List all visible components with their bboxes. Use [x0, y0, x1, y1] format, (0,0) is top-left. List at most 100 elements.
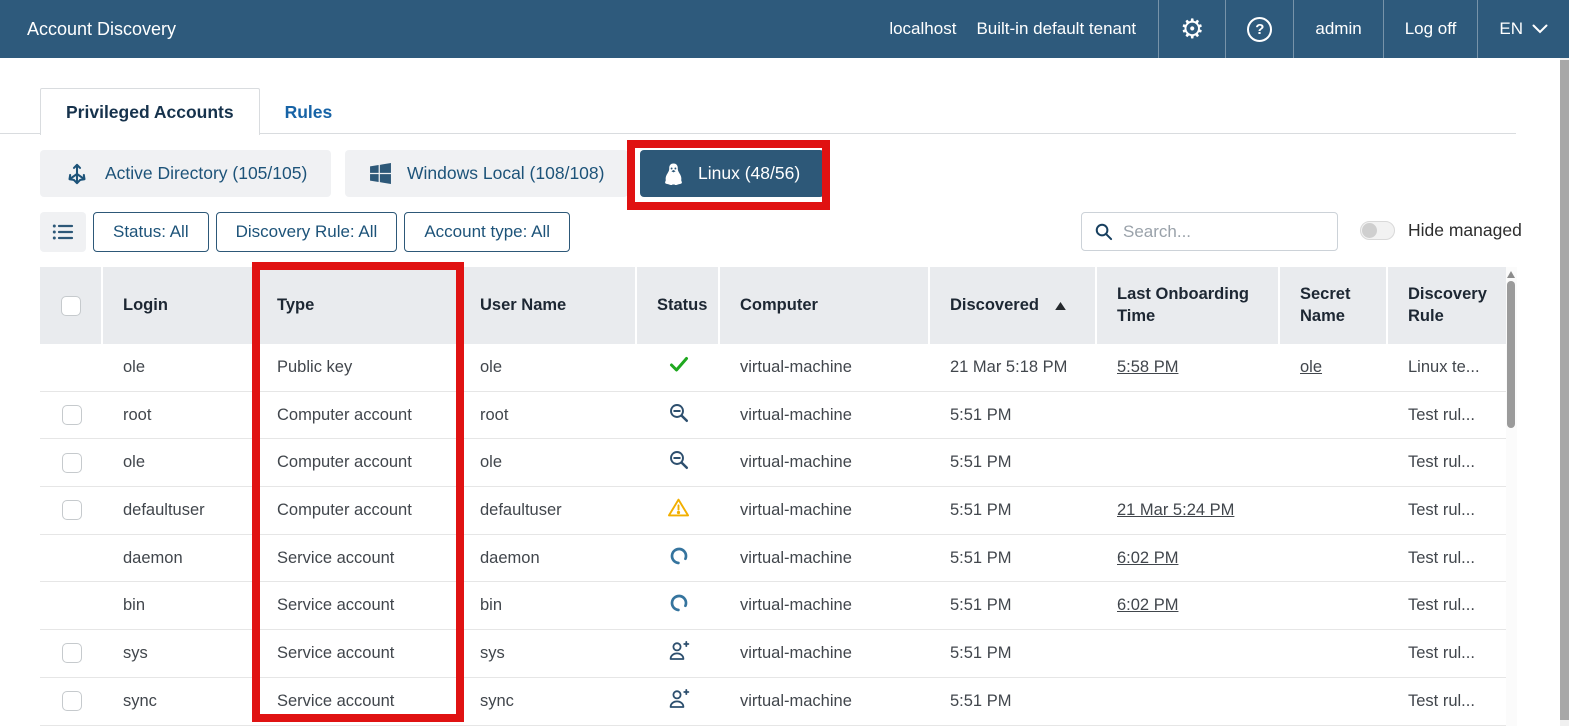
discovery-rule-cell: Test rul...: [1388, 644, 1506, 663]
column-header-type[interactable]: Type: [257, 267, 460, 344]
column-header-status[interactable]: Status: [637, 267, 720, 344]
host-label: localhost: [879, 0, 966, 58]
computer-cell: virtual-machine: [720, 692, 930, 711]
spinner-icon: [669, 593, 689, 618]
username-cell: sys: [460, 644, 637, 663]
table-scrollbar-thumb[interactable]: [1507, 281, 1515, 428]
warning-icon: [667, 497, 690, 523]
column-header-login[interactable]: Login: [103, 267, 257, 344]
login-cell: defaultuser: [103, 501, 257, 520]
column-label: Last Onboarding Time: [1117, 284, 1278, 327]
column-header-user-name[interactable]: User Name: [460, 267, 637, 344]
gear-icon: ⚙: [1180, 16, 1204, 43]
status-cell: [637, 355, 720, 379]
search-input[interactable]: [1123, 222, 1303, 242]
user-menu[interactable]: admin: [1293, 0, 1382, 58]
table-row[interactable]: daemonService accountdaemonvirtual-machi…: [40, 535, 1506, 583]
discovery-rule-cell: Linux te...: [1388, 358, 1506, 377]
status-cell: [637, 449, 720, 476]
header-checkbox-cell: [40, 267, 103, 344]
source-active-directory-button[interactable]: Active Directory (105/105): [40, 150, 331, 197]
page-scrollbar[interactable]: [1560, 58, 1569, 726]
login-cell: bin: [103, 596, 257, 615]
row-checkbox[interactable]: [62, 453, 82, 473]
column-settings-button[interactable]: [40, 212, 86, 252]
status-cell: [637, 593, 720, 618]
row-checkbox[interactable]: [62, 643, 82, 663]
discovery-rule-cell: Test rul...: [1388, 406, 1506, 425]
table-row[interactable]: syncService accountsyncvirtual-machine5:…: [40, 678, 1506, 726]
table-row[interactable]: sysService accountsysvirtual-machine5:51…: [40, 630, 1506, 678]
table-row[interactable]: binService accountbinvirtual-machine5:51…: [40, 582, 1506, 630]
help-button[interactable]: ?: [1225, 0, 1293, 58]
discovered-cell: 21 Mar 5:18 PM: [930, 358, 1097, 377]
table-body: olePublic keyolevirtual-machine21 Mar 5:…: [40, 344, 1506, 726]
source-linux-button[interactable]: Linux (48/56): [640, 150, 824, 197]
status-cell: [637, 497, 720, 523]
filter-bar: Status: All Discovery Rule: All Account …: [40, 212, 570, 252]
chevron-down-icon: [1532, 24, 1548, 34]
onboarding-time-link[interactable]: 5:58 PM: [1117, 358, 1178, 376]
type-cell: Public key: [257, 358, 460, 377]
username-cell: ole: [460, 453, 637, 472]
account-type-filter[interactable]: Account type: All: [404, 212, 570, 252]
windows-icon: [369, 162, 392, 185]
column-header-discovery-rule[interactable]: Discovery Rule: [1388, 267, 1506, 344]
computer-cell: virtual-machine: [720, 406, 930, 425]
login-cell: ole: [103, 358, 257, 377]
discovered-cell: 5:51 PM: [930, 644, 1097, 663]
column-header-last-onboarding-time[interactable]: Last Onboarding Time: [1097, 267, 1280, 344]
source-label: Linux (48/56): [698, 163, 800, 184]
select-all-checkbox[interactable]: [61, 296, 81, 316]
discovery-rule-filter[interactable]: Discovery Rule: All: [216, 212, 398, 252]
computer-cell: virtual-machine: [720, 453, 930, 472]
onboarding-time-link[interactable]: 6:02 PM: [1117, 549, 1178, 567]
zoom-out-icon: [668, 402, 690, 429]
computer-cell: virtual-machine: [720, 644, 930, 663]
discovered-cell: 5:51 PM: [930, 692, 1097, 711]
tab-privileged-accounts[interactable]: Privileged Accounts: [40, 88, 260, 135]
settings-button[interactable]: ⚙: [1158, 0, 1225, 58]
row-checkbox[interactable]: [62, 691, 82, 711]
username-cell: defaultuser: [460, 501, 637, 520]
row-checkbox[interactable]: [62, 405, 82, 425]
table-scrollbar[interactable]: [1506, 267, 1517, 726]
table-row[interactable]: rootComputer accountrootvirtual-machine5…: [40, 392, 1506, 440]
onboarding-time-cell: 6:02 PM: [1097, 596, 1280, 615]
source-label: Active Directory (105/105): [105, 163, 307, 184]
table-row[interactable]: oleComputer accountolevirtual-machine5:5…: [40, 439, 1506, 487]
row-checkbox[interactable]: [62, 500, 82, 520]
username-cell: ole: [460, 358, 637, 377]
onboarding-time-cell: 21 Mar 5:24 PM: [1097, 501, 1280, 520]
discovery-rule-cell: Test rul...: [1388, 596, 1506, 615]
source-label: Windows Local (108/108): [407, 163, 604, 184]
discovered-cell: 5:51 PM: [930, 596, 1097, 615]
column-header-secret-name[interactable]: Secret Name: [1280, 267, 1388, 344]
computer-cell: virtual-machine: [720, 501, 930, 520]
column-header-computer[interactable]: Computer: [720, 267, 930, 344]
tab-rules[interactable]: Rules: [260, 88, 358, 136]
logoff-button[interactable]: Log off: [1383, 0, 1478, 58]
check-icon: [668, 355, 690, 379]
hide-managed-toggle[interactable]: [1360, 221, 1395, 240]
search-box[interactable]: [1081, 212, 1338, 251]
discovery-rule-cell: Test rul...: [1388, 453, 1506, 472]
user-plus-icon: [667, 640, 691, 667]
secret-name-link[interactable]: ole: [1300, 358, 1322, 376]
type-cell: Service account: [257, 692, 460, 711]
column-label: Discovered: [950, 295, 1039, 316]
username-cell: sync: [460, 692, 637, 711]
scroll-up-icon[interactable]: [1507, 271, 1515, 278]
language-selector[interactable]: EN: [1477, 0, 1569, 58]
table-row[interactable]: olePublic keyolevirtual-machine21 Mar 5:…: [40, 344, 1506, 392]
hide-managed-label: Hide managed: [1408, 220, 1522, 241]
page-scrollbar-thumb[interactable]: [1560, 60, 1569, 720]
onboarding-time-link[interactable]: 6:02 PM: [1117, 596, 1178, 614]
list-icon: [51, 222, 75, 242]
table-row[interactable]: defaultuserComputer accountdefaultuservi…: [40, 487, 1506, 535]
column-header-discovered[interactable]: Discovered: [930, 267, 1097, 344]
onboarding-time-link[interactable]: 21 Mar 5:24 PM: [1117, 501, 1234, 519]
type-cell: Computer account: [257, 406, 460, 425]
source-windows-local-button[interactable]: Windows Local (108/108): [345, 150, 628, 197]
status-filter[interactable]: Status: All: [93, 212, 209, 252]
